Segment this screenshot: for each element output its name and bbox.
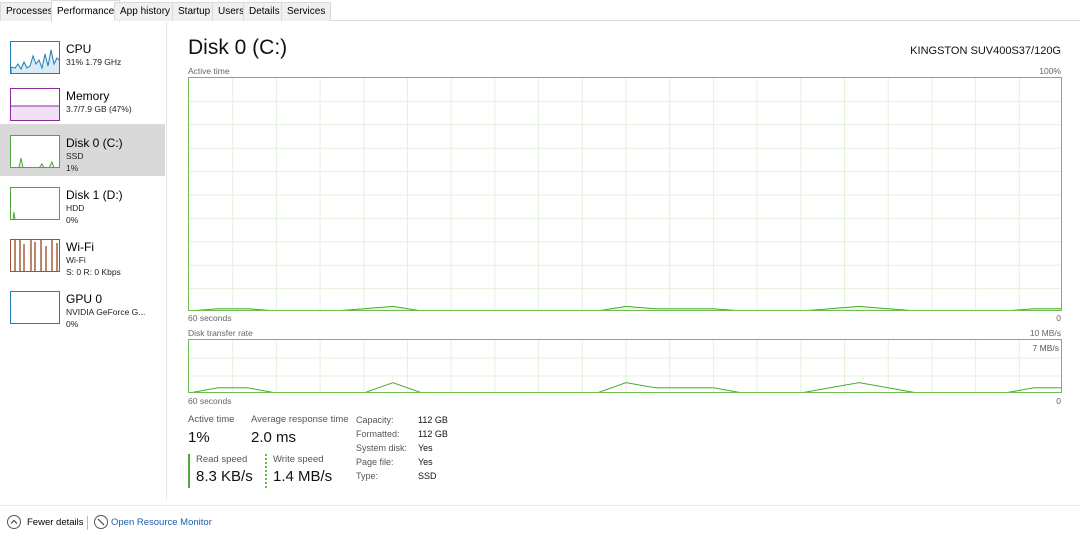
transfer-rate-max-label: 10 MB/s [1029,328,1061,338]
page-title: Disk 0 (C:) [188,36,288,59]
tab-bar: Processes Performance App history Startu… [0,0,1080,22]
property-key: Page file: [356,457,394,467]
transfer-rate-duration-label: 60 seconds [188,396,232,406]
gpu-graph-icon [10,291,60,324]
sidebar-item-title: Disk 1 (D:) [66,188,123,202]
cpu-graph-icon [10,41,60,74]
tab-services[interactable]: Services [281,2,332,21]
read-speed-value: 8.3 KB/s [196,468,253,485]
read-speed-stat: Read speed 8.3 KB/s [188,454,253,488]
active-time-stat-label: Active time [188,414,235,425]
transfer-rate-min-label: 0 [1056,396,1061,406]
sidebar-item-title: CPU [66,42,92,56]
network-graph-icon [10,239,60,272]
resource-sidebar: CPU 31% 1.79 GHz Memory 3.7/7.9 GB (47%)… [0,22,167,500]
avg-response-stat-label: Average response time [251,414,349,425]
property-value: Yes [418,457,433,467]
resource-monitor-icon[interactable] [94,515,108,529]
property-key: Capacity: [356,415,394,425]
sidebar-item-detail: SSD [66,151,84,161]
sidebar-item-title: Memory [66,89,110,103]
sidebar-item-wifi[interactable]: Wi-Fi Wi-Fi S: 0 R: 0 Kbps [0,228,165,280]
sidebar-item-detail: HDD [66,203,85,213]
active-time-plot [189,78,1061,310]
write-speed-label: Write speed [273,454,324,465]
property-key: System disk: [356,443,408,453]
sidebar-item-detail: 3.7/7.9 GB (47%) [66,104,132,114]
sidebar-item-disk-1[interactable]: Disk 1 (D:) HDD 0% [0,176,165,228]
sidebar-item-memory[interactable]: Memory 3.7/7.9 GB (47%) [0,77,165,129]
active-time-stat-value: 1% [188,429,210,446]
tab-startup[interactable]: Startup [172,2,217,21]
sidebar-item-usage: 0% [66,215,79,225]
disk-model: KINGSTON SUV400S37/120G [910,45,1061,57]
active-time-min-label: 0 [1056,313,1061,323]
footer-bar: Fewer details Open Resource Monitor [0,505,1080,541]
sidebar-item-disk-0[interactable]: Disk 0 (C:) SSD 1% [0,124,165,176]
sidebar-item-detail: NVIDIA GeForce G... [66,307,146,317]
active-time-duration-label: 60 seconds [188,313,232,323]
sidebar-item-gpu-0[interactable]: GPU 0 NVIDIA GeForce G... 0% [0,280,165,332]
avg-response-stat-value: 2.0 ms [251,429,297,446]
open-resource-monitor-link[interactable]: Open Resource Monitor [111,516,212,530]
disk-graph-icon [10,135,60,168]
sidebar-item-usage: S: 0 R: 0 Kbps [66,267,121,277]
memory-graph-icon [10,88,60,121]
property-value: 112 GB [418,415,448,425]
tab-performance[interactable]: Performance [51,0,121,22]
transfer-rate-mid-label: 7 MB/s [1032,343,1059,353]
chevron-up-icon[interactable] [7,515,21,529]
sidebar-item-title: GPU 0 [66,292,103,306]
tab-processes[interactable]: Processes [0,2,59,21]
property-value: 112 GB [418,429,448,439]
footer-separator [87,516,88,530]
sidebar-item-usage: 1% [66,163,79,173]
transfer-rate-chart [188,339,1062,393]
write-speed-value: 1.4 MB/s [273,468,333,485]
fewer-details-button[interactable]: Fewer details [27,516,84,530]
sidebar-item-cpu[interactable]: CPU 31% 1.79 GHz [0,30,165,82]
property-key: Type: [356,471,379,481]
property-key: Formatted: [356,429,400,439]
sidebar-item-detail: Wi-Fi [66,255,86,265]
sidebar-item-usage: 0% [66,319,79,329]
active-time-chart [188,77,1062,311]
transfer-rate-plot [189,340,1061,392]
property-value: SSD [418,471,437,481]
disk-graph-icon [10,187,60,220]
transfer-rate-chart-label: Disk transfer rate [188,328,253,338]
sidebar-item-title: Disk 0 (C:) [66,136,123,150]
property-value: Yes [418,443,433,453]
active-time-max-label: 100% [1039,66,1061,76]
tab-details[interactable]: Details [243,2,286,21]
tab-app-history[interactable]: App history [114,2,177,21]
active-time-chart-label: Active time [188,66,230,76]
read-speed-label: Read speed [196,454,248,465]
sidebar-item-title: Wi-Fi [66,240,94,254]
write-speed-stat: Write speed 1.4 MB/s [265,454,332,488]
sidebar-item-detail: 31% 1.79 GHz [66,57,122,67]
